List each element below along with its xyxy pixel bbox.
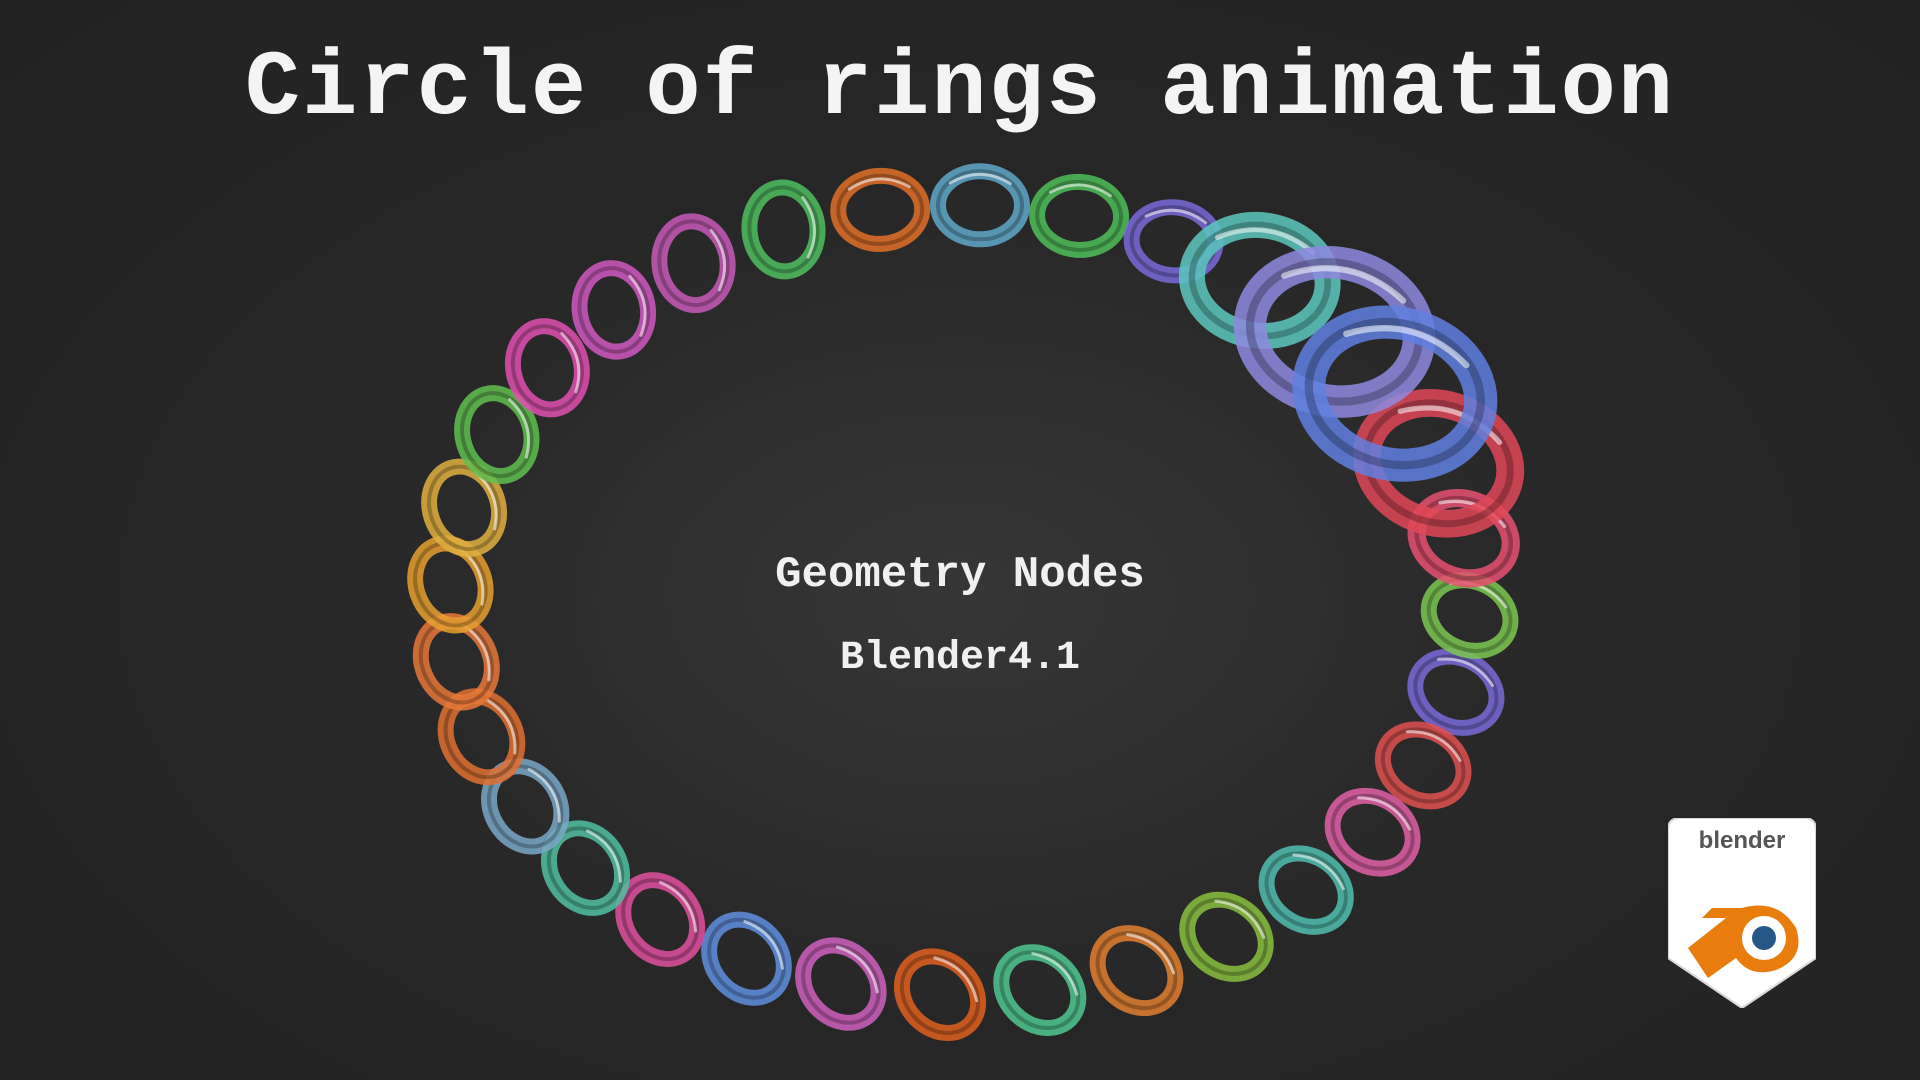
rings-circle bbox=[310, 160, 1610, 1041]
main-title: Circle of rings animation bbox=[244, 36, 1676, 141]
subtitle-blender-version: Blender4.1 bbox=[839, 636, 1081, 681]
subtitle-geometry-nodes: Geometry Nodes bbox=[775, 550, 1145, 600]
blender-logo-badge: blender bbox=[1668, 818, 1816, 1008]
blender-wordmark: blender bbox=[1699, 827, 1786, 854]
render-scene: Circle of rings animation Geometry Nodes… bbox=[0, 0, 1920, 1080]
